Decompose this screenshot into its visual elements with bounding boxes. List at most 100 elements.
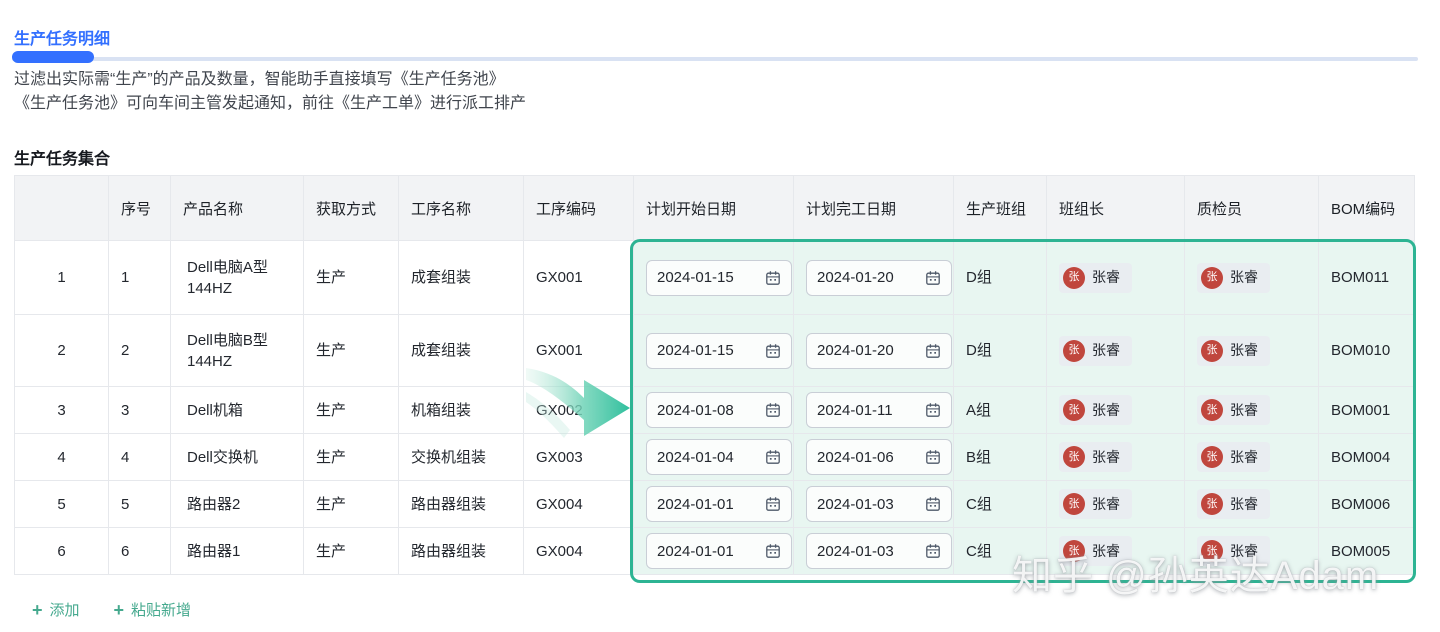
tab-active-indicator — [12, 51, 94, 63]
end-date-picker[interactable]: 2024-01-11 — [806, 392, 952, 428]
inspector-name: 张睿 — [1230, 494, 1258, 515]
cell-product-name: 路由器2 — [171, 481, 304, 528]
team-leader-chip[interactable]: 张 张睿 — [1059, 395, 1132, 425]
calendar-icon — [765, 402, 781, 418]
start-date-picker[interactable]: 2024-01-15 — [646, 260, 792, 296]
avatar: 张 — [1063, 340, 1085, 362]
calendar-icon — [925, 496, 941, 512]
start-date-picker[interactable]: 2024-01-15 — [646, 333, 792, 369]
team-leader-chip[interactable]: 张 张睿 — [1059, 263, 1132, 293]
cell-process-name: 交换机组装 — [399, 434, 524, 481]
end-date-picker[interactable]: 2024-01-06 — [806, 439, 952, 475]
start-date-picker[interactable]: 2024-01-01 — [646, 533, 792, 569]
col-seq: 序号 — [109, 176, 171, 241]
col-bom-code: BOM编码 — [1319, 176, 1415, 241]
start-date-picker[interactable]: 2024-01-08 — [646, 392, 792, 428]
cell-bom-code: BOM001 — [1319, 387, 1415, 434]
table-header-row: 序号 产品名称 获取方式 工序名称 工序编码 计划开始日期 计划完工日期 生产班… — [15, 176, 1415, 241]
team-leader-chip[interactable]: 张 张睿 — [1059, 536, 1132, 566]
inspector-name: 张睿 — [1230, 400, 1258, 421]
cell-product-name: Dell机箱 — [171, 387, 304, 434]
cell-seq: 1 — [109, 241, 171, 315]
team-leader-name: 张睿 — [1092, 267, 1120, 288]
team-leader-name: 张睿 — [1092, 541, 1120, 562]
cell-acquire-method: 生产 — [304, 315, 399, 387]
team-leader-chip[interactable]: 张 张睿 — [1059, 336, 1132, 366]
start-date-picker[interactable]: 2024-01-04 — [646, 439, 792, 475]
description-text: 过滤出实际需“生产”的产品及数量，智能助手直接填写《生产任务池》 《生产任务池》… — [14, 68, 526, 116]
start-date-value: 2024-01-15 — [657, 340, 734, 361]
add-row-button[interactable]: + 添加 — [32, 599, 80, 620]
end-date-value: 2024-01-20 — [817, 267, 894, 288]
cell-bom-code: BOM011 — [1319, 241, 1415, 315]
team-leader-chip[interactable]: 张 张睿 — [1059, 489, 1132, 519]
table-body: 1 1 Dell电脑A型 144HZ 生产 成套组装 GX001 2024-01… — [15, 241, 1415, 575]
tab-production-task-detail[interactable]: 生产任务明细 — [14, 25, 110, 49]
production-task-page: 生产任务明细 过滤出实际需“生产”的产品及数量，智能助手直接填写《生产任务池》 … — [0, 0, 1440, 632]
team-leader-chip[interactable]: 张 张睿 — [1059, 442, 1132, 472]
cell-acquire-method: 生产 — [304, 241, 399, 315]
inspector-chip[interactable]: 张 张睿 — [1197, 489, 1270, 519]
inspector-name: 张睿 — [1230, 267, 1258, 288]
end-date-picker[interactable]: 2024-01-03 — [806, 486, 952, 522]
cell-team: A组 — [954, 387, 1047, 434]
row-number: 3 — [15, 387, 109, 434]
cell-seq: 2 — [109, 315, 171, 387]
row-number: 1 — [15, 241, 109, 315]
inspector-chip[interactable]: 张 张睿 — [1197, 263, 1270, 293]
table-row: 5 5 路由器2 生产 路由器组装 GX004 2024-01-01 — [15, 481, 1415, 528]
cell-bom-code: BOM005 — [1319, 528, 1415, 575]
cell-bom-code: BOM004 — [1319, 434, 1415, 481]
avatar: 张 — [1063, 267, 1085, 289]
col-process-name: 工序名称 — [399, 176, 524, 241]
table-row: 4 4 Dell交换机 生产 交换机组装 GX003 2024-01-04 — [15, 434, 1415, 481]
plus-icon: + — [114, 601, 125, 619]
col-quality-inspector: 质检员 — [1185, 176, 1319, 241]
cell-team: C组 — [954, 528, 1047, 575]
row-number: 2 — [15, 315, 109, 387]
avatar: 张 — [1201, 267, 1223, 289]
inspector-name: 张睿 — [1230, 340, 1258, 361]
cell-seq: 4 — [109, 434, 171, 481]
avatar: 张 — [1063, 446, 1085, 468]
avatar: 张 — [1201, 540, 1223, 562]
col-plan-start-date: 计划开始日期 — [634, 176, 794, 241]
cell-team: B组 — [954, 434, 1047, 481]
inspector-chip[interactable]: 张 张睿 — [1197, 395, 1270, 425]
start-date-picker[interactable]: 2024-01-01 — [646, 486, 792, 522]
table-row: 1 1 Dell电脑A型 144HZ 生产 成套组装 GX001 2024-01… — [15, 241, 1415, 315]
cell-team: C组 — [954, 481, 1047, 528]
end-date-picker[interactable]: 2024-01-03 — [806, 533, 952, 569]
end-date-picker[interactable]: 2024-01-20 — [806, 260, 952, 296]
inspector-chip[interactable]: 张 张睿 — [1197, 536, 1270, 566]
cell-seq: 6 — [109, 528, 171, 575]
col-product-name: 产品名称 — [171, 176, 304, 241]
calendar-icon — [925, 402, 941, 418]
row-number: 4 — [15, 434, 109, 481]
end-date-value: 2024-01-03 — [817, 494, 894, 515]
cell-acquire-method: 生产 — [304, 528, 399, 575]
end-date-picker[interactable]: 2024-01-20 — [806, 333, 952, 369]
avatar: 张 — [1201, 399, 1223, 421]
plus-icon: + — [32, 601, 43, 619]
cell-product-name: Dell交换机 — [171, 434, 304, 481]
team-leader-name: 张睿 — [1092, 494, 1120, 515]
cell-product-name: 路由器1 — [171, 528, 304, 575]
avatar: 张 — [1063, 540, 1085, 562]
table-row: 3 3 Dell机箱 生产 机箱组装 GX002 2024-01-08 — [15, 387, 1415, 434]
table-row: 2 2 Dell电脑B型 144HZ 生产 成套组装 GX001 2024-01… — [15, 315, 1415, 387]
inspector-chip[interactable]: 张 张睿 — [1197, 442, 1270, 472]
cell-bom-code: BOM006 — [1319, 481, 1415, 528]
inspector-chip[interactable]: 张 张睿 — [1197, 336, 1270, 366]
row-number: 6 — [15, 528, 109, 575]
col-process-code: 工序编码 — [524, 176, 634, 241]
calendar-icon — [925, 270, 941, 286]
cell-process-name: 机箱组装 — [399, 387, 524, 434]
cell-process-name: 路由器组装 — [399, 528, 524, 575]
calendar-icon — [925, 343, 941, 359]
cell-acquire-method: 生产 — [304, 434, 399, 481]
description-line-1: 过滤出实际需“生产”的产品及数量，智能助手直接填写《生产任务池》 — [14, 68, 526, 92]
paste-add-button[interactable]: + 粘贴新增 — [114, 599, 192, 620]
start-date-value: 2024-01-08 — [657, 400, 734, 421]
cell-acquire-method: 生产 — [304, 387, 399, 434]
